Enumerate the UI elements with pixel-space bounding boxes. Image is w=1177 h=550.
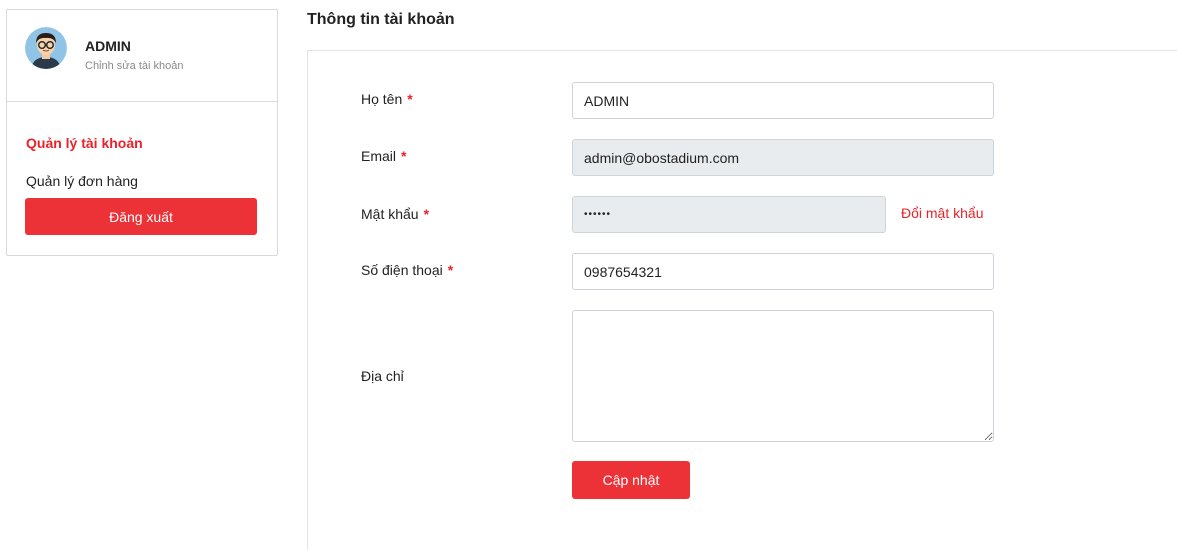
logout-button[interactable]: Đăng xuất xyxy=(25,198,257,235)
address-label: Địa chỉ xyxy=(361,368,404,384)
required-mark: * xyxy=(401,148,407,164)
phone-label-text: Số điện thoại xyxy=(361,262,443,278)
fullname-input[interactable] xyxy=(572,82,994,119)
profile-card: ADMIN Chỉnh sửa tài khoản xyxy=(7,10,277,102)
email-label-text: Email xyxy=(361,148,397,164)
fullname-label: Họ tên * xyxy=(361,91,413,107)
password-input xyxy=(572,196,886,233)
required-mark: * xyxy=(407,91,413,107)
account-form-panel xyxy=(307,50,1177,550)
required-mark: * xyxy=(423,206,430,222)
sidebar-item-order-management[interactable]: Quản lý đơn hàng xyxy=(26,173,138,189)
email-input xyxy=(572,139,994,176)
sidebar-item-account-management[interactable]: Quản lý tài khoản xyxy=(26,135,143,151)
phone-input[interactable] xyxy=(572,253,994,290)
update-button[interactable]: Cập nhật xyxy=(572,461,690,499)
avatar-icon xyxy=(25,27,67,69)
page-title: Thông tin tài khoản xyxy=(307,11,455,28)
address-textarea[interactable] xyxy=(572,310,994,442)
edit-account-link[interactable]: Chỉnh sửa tài khoản xyxy=(85,60,183,72)
avatar xyxy=(25,27,67,69)
password-label: Mật khẩu * xyxy=(361,206,429,222)
fullname-label-text: Họ tên xyxy=(361,91,403,107)
required-mark: * xyxy=(447,262,454,278)
phone-label: Số điện thoại * xyxy=(361,262,453,278)
email-label: Email * xyxy=(361,148,406,164)
profile-name: ADMIN xyxy=(85,38,131,54)
change-password-link[interactable]: Đổi mật khẩu xyxy=(901,205,983,221)
account-sidebar: ADMIN Chỉnh sửa tài khoản Quản lý tài kh… xyxy=(6,9,278,256)
password-label-text: Mật khẩu xyxy=(361,206,419,222)
